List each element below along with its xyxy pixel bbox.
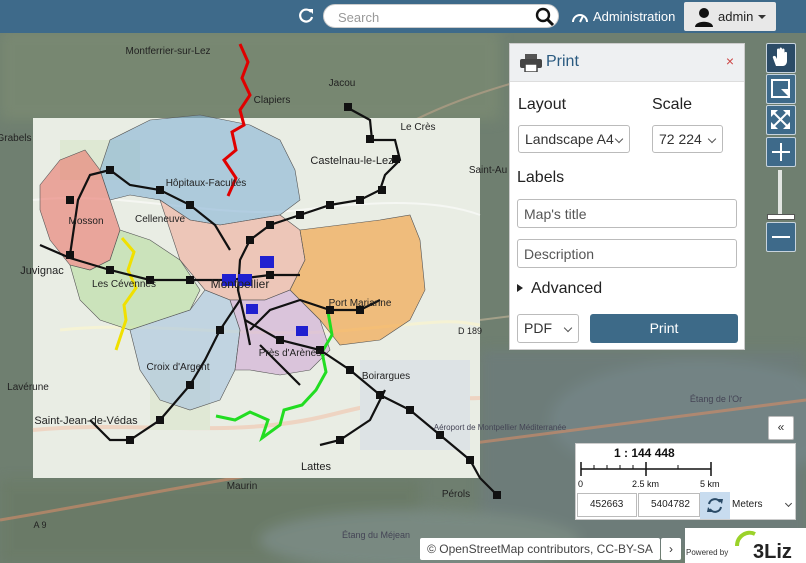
- caret-down-icon: [758, 15, 766, 19]
- map-label-boirargues: Boirargues: [362, 371, 410, 382]
- chevron-down-icon: [563, 323, 573, 333]
- svg-text:3Liz: 3Liz: [753, 541, 792, 562]
- map-label-clapiers: Clapiers: [254, 95, 291, 106]
- format-select[interactable]: PDF: [517, 314, 579, 343]
- map-label-celleneuve: Celleneuve: [135, 214, 185, 225]
- zoom-in-icon: [772, 143, 790, 161]
- chevron-down-icon: [614, 134, 624, 144]
- units-select[interactable]: Meters: [730, 493, 797, 517]
- map-label-etang-mejean: Étang du Méjean: [342, 530, 410, 540]
- map-label-cevennes: Les Cévennes: [92, 279, 156, 290]
- coordinate-y: 5404782: [638, 493, 700, 517]
- collapse-panel-button[interactable]: «: [768, 416, 794, 440]
- format-select-value: PDF: [524, 320, 552, 336]
- scale-tick-0: 0: [578, 479, 584, 489]
- zoom-box-icon: [771, 79, 790, 98]
- search-input[interactable]: [336, 8, 530, 26]
- administration-label: Administration: [593, 9, 676, 24]
- coordinate-x: 452663: [577, 493, 637, 517]
- printer-icon: [520, 54, 542, 72]
- print-button[interactable]: Print: [590, 314, 738, 343]
- user-menu-button[interactable]: admin: [684, 2, 776, 31]
- chevron-down-icon: [707, 134, 717, 144]
- close-icon[interactable]: ×: [726, 53, 734, 69]
- print-panel-header: Print ×: [510, 44, 744, 82]
- map-label-aeroport: Aéroport de Montpellier Méditerranée: [434, 423, 567, 432]
- user-icon: [695, 8, 713, 27]
- pan-button[interactable]: [766, 43, 796, 73]
- chevron-down-icon: [784, 499, 793, 508]
- map-label-montferrier: Montferrier-sur-Lez: [125, 46, 210, 57]
- refresh-icon[interactable]: [296, 7, 316, 27]
- map-label-montpellier: Montpellier: [211, 277, 270, 291]
- map-label-pres-arenes: Près d'Arènes: [259, 348, 322, 359]
- 3liz-logo-icon: 3Liz: [735, 530, 792, 562]
- zoom-extent-icon: [771, 110, 790, 129]
- refresh-icon: [707, 498, 723, 513]
- attribution-toggle[interactable]: ›: [661, 538, 681, 560]
- map-label-saint-jean: Saint-Jean-de-Védas: [34, 415, 138, 427]
- map-label-port-marianne: Port Marianne: [329, 298, 392, 309]
- road-label-a9: A 9: [33, 520, 46, 530]
- map-label-mosson: Mosson: [68, 216, 103, 227]
- scale-bar: [580, 462, 712, 476]
- description-input[interactable]: [517, 239, 737, 268]
- zoom-slider-track[interactable]: [778, 170, 782, 220]
- map-label-castelnau: Castelnau-le-Lez: [310, 155, 393, 167]
- map-label-croix-argent: Croix d'Argent: [146, 362, 209, 373]
- advanced-toggle[interactable]: Advanced: [517, 280, 602, 298]
- zoom-extent-button[interactable]: [766, 105, 796, 135]
- top-bar: Administration admin: [0, 0, 806, 33]
- map-label-perols: Pérols: [442, 489, 470, 500]
- powered-by-logo[interactable]: Powered by 3Liz: [685, 528, 806, 563]
- search-icon[interactable]: [535, 7, 555, 27]
- powered-by-label: Powered by: [686, 548, 729, 557]
- map-label-jacou: Jacou: [329, 78, 356, 89]
- map-label-laverune: Lavérune: [7, 382, 49, 393]
- advanced-label: Advanced: [531, 280, 603, 297]
- dashboard-icon: [572, 14, 588, 23]
- zoom-out-button[interactable]: [766, 222, 796, 252]
- units-value: Meters: [732, 499, 763, 510]
- search-box: [323, 4, 559, 28]
- administration-link[interactable]: Administration: [571, 8, 675, 26]
- scale-tick-2-5km: 2.5 km: [632, 479, 660, 489]
- map-label-maurin: Maurin: [227, 481, 258, 492]
- zoom-box-button[interactable]: [766, 74, 796, 104]
- labels-heading: Labels: [517, 169, 565, 186]
- scale-and-coordinates: 1 : 144 448 0 2.5 km 5 km 452663 5404782…: [575, 443, 796, 520]
- map-label-juvignac: Juvignac: [20, 265, 64, 277]
- map-label-grabels: Grabels: [0, 133, 32, 144]
- map-label-hopitaux: Hôpitaux-Facultés: [166, 178, 247, 189]
- map-label-lattes: Lattes: [301, 461, 331, 473]
- zoom-in-button[interactable]: [766, 137, 796, 167]
- map-label-saint-au: Saint-Au: [469, 165, 507, 176]
- map-title-input[interactable]: [517, 199, 737, 228]
- road-label-d189: D 189: [458, 326, 482, 336]
- map-label-le-cres: Le Crès: [400, 122, 435, 133]
- scale-tick-5km: 5 km: [700, 479, 720, 489]
- caret-right-icon: [517, 284, 523, 292]
- map-attribution: © OpenStreetMap contributors, CC-BY-SA: [420, 538, 660, 560]
- print-panel-title: Print: [546, 53, 579, 70]
- coordinate-refresh-button[interactable]: [700, 492, 730, 519]
- zoom-slider-handle[interactable]: [767, 214, 795, 220]
- scale-label: Scale: [652, 96, 693, 113]
- attribution-text: © OpenStreetMap contributors, CC-BY-SA: [427, 542, 653, 556]
- user-name: admin: [718, 9, 754, 24]
- print-panel: Print × Layout Scale Landscape A4 72 224…: [509, 43, 745, 350]
- scale-select[interactable]: 72 224: [652, 125, 723, 153]
- map-label-etang-or: Étang de l'Or: [690, 394, 742, 404]
- layout-select[interactable]: Landscape A4: [518, 125, 630, 153]
- zoom-out-icon: [772, 236, 790, 238]
- pan-hand-icon: [772, 47, 787, 66]
- layout-label: Layout: [518, 96, 567, 113]
- layout-select-value: Landscape A4: [525, 131, 614, 147]
- scale-select-value: 72 224: [659, 131, 702, 147]
